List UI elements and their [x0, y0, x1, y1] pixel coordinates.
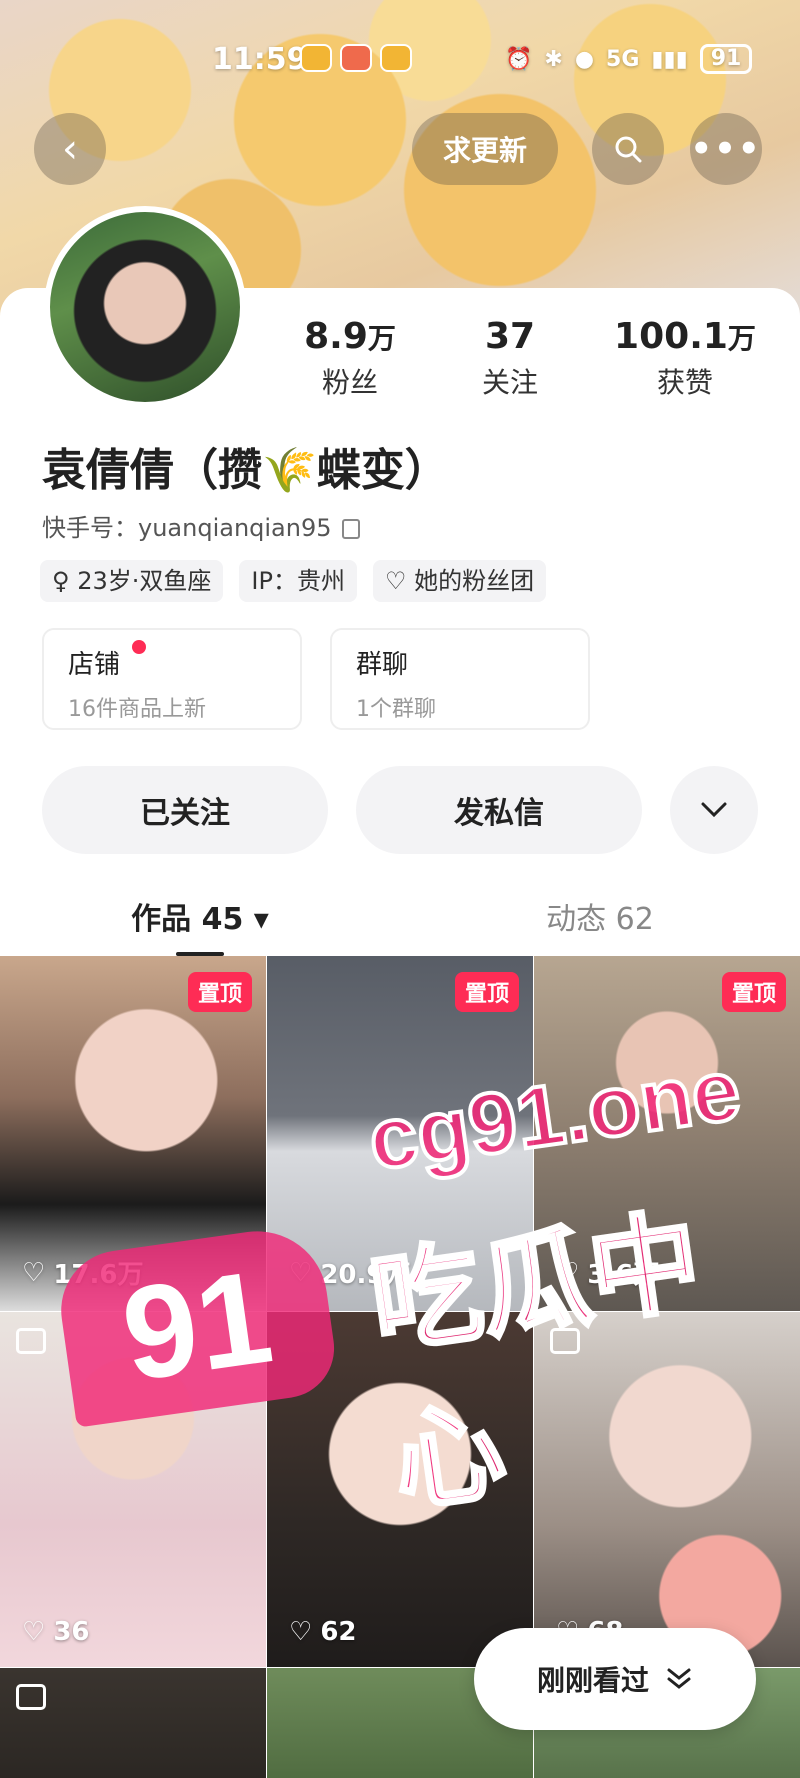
avatar[interactable]: [44, 206, 246, 408]
notification-icons: [300, 44, 412, 72]
tag-text: 23岁·双鱼座: [77, 567, 212, 595]
kuaishou-id-label: 快手号：: [42, 514, 138, 542]
stat-likes[interactable]: 100.1万 获赞: [600, 316, 770, 401]
work-tile[interactable]: [0, 1668, 266, 1778]
stat-fans[interactable]: 8.9万 粉丝: [280, 316, 420, 401]
chevron-down-icon: [701, 802, 727, 818]
copy-icon[interactable]: [341, 519, 360, 539]
kuaishou-id-row: 快手号：yuanqianqian95: [42, 508, 360, 543]
heart-icon: ♡: [22, 1257, 46, 1288]
system-icons: ⏰ ✱ ● 5G ▮▮▮ 91: [505, 44, 753, 74]
heart-icon: ♡: [289, 1617, 313, 1647]
status-time: 11:59: [212, 42, 308, 77]
new-dot-badge: [132, 640, 146, 654]
recently-viewed-button[interactable]: 刚刚看过: [474, 1628, 756, 1730]
network-label: 5G: [606, 46, 640, 72]
status-bar: 11:59 ⏰ ✱ ● 5G ▮▮▮ 91: [0, 38, 800, 78]
send-message-button[interactable]: 发私信: [356, 766, 642, 854]
stat-label: 粉丝: [321, 366, 378, 399]
image-post-icon: [16, 1328, 46, 1354]
stat-unit: 万: [367, 322, 396, 355]
group-chat-subtitle: 1个群聊: [356, 697, 436, 722]
recently-viewed-label: 刚刚看过: [536, 1664, 649, 1697]
stat-value: 8.9: [304, 316, 368, 357]
group-chat-title: 群聊: [356, 650, 409, 680]
tag-age: ♀ 23岁·双鱼座: [40, 560, 224, 602]
stat-following[interactable]: 37 关注: [420, 316, 600, 401]
profile-page: 11:59 ⏰ ✱ ● 5G ▮▮▮ 91 ‹ 求更新 ••• 8.9万 粉丝 …: [0, 0, 800, 1778]
group-chat-box[interactable]: 群聊 1个群聊: [330, 628, 590, 730]
back-button[interactable]: ‹: [34, 113, 106, 185]
heart-icon: ♡: [22, 1617, 46, 1647]
stat-value: 37: [484, 316, 536, 357]
tab-works[interactable]: 作品 45 ▾: [0, 880, 400, 956]
double-chevron-down-icon: [667, 1668, 691, 1689]
stat-value: 100.1: [614, 316, 728, 357]
app-notification-icon: [300, 44, 332, 72]
image-post-icon: [16, 1684, 46, 1710]
like-value: 36: [53, 1617, 90, 1647]
expand-button[interactable]: [670, 766, 758, 854]
like-count: ♡ 36: [22, 1617, 90, 1647]
request-update-button[interactable]: 求更新: [412, 113, 558, 185]
pinned-badge: 置顶: [721, 972, 786, 1012]
tag-ip: IP：贵州: [239, 560, 357, 602]
battery-indicator: 91: [699, 44, 753, 74]
location-icon: ●: [574, 46, 595, 72]
action-buttons: 已关注 发私信: [42, 766, 758, 854]
app-notification-icon: [340, 44, 372, 72]
app-notification-icon: [380, 44, 412, 72]
gender-female-icon: ♀: [52, 567, 78, 595]
more-button[interactable]: •••: [690, 113, 762, 185]
shop-box[interactable]: 店铺 16件商品上新: [42, 628, 302, 730]
stat-label: 关注: [481, 366, 538, 399]
stats-row: 8.9万 粉丝 37 关注 100.1万 获赞: [280, 316, 780, 401]
pinned-badge: 置顶: [454, 972, 519, 1012]
tag-fan-group[interactable]: ♡ 她的粉丝团: [372, 560, 547, 602]
stat-unit: 万: [727, 322, 756, 355]
watermark-text: 吃瓜中心: [361, 1195, 710, 1530]
like-value: 62: [320, 1617, 357, 1647]
tag-text: 她的粉丝团: [414, 567, 535, 595]
shop-subtitle: 16件商品上新: [68, 697, 206, 722]
search-icon: [615, 136, 642, 163]
followed-button[interactable]: 已关注: [42, 766, 328, 854]
bluetooth-icon: ✱: [544, 46, 563, 72]
stat-label: 获赞: [656, 366, 713, 399]
like-count: ♡ 62: [289, 1617, 357, 1647]
more-dots-icon: •••: [690, 129, 762, 169]
profile-name: 袁倩倩（攒🌾蝶变）: [42, 445, 449, 496]
kuaishou-id-value: yuanqianqian95: [138, 514, 332, 542]
signal-icon: ▮▮▮: [651, 46, 688, 72]
fan-group-icon: ♡: [384, 567, 415, 595]
feature-boxes: 店铺 16件商品上新 群聊 1个群聊: [42, 628, 590, 730]
alarm-icon: ⏰: [505, 46, 533, 72]
pinned-badge: 置顶: [187, 972, 252, 1012]
profile-tags: ♀ 23岁·双鱼座 IP：贵州 ♡ 她的粉丝团: [40, 560, 547, 602]
content-tabs: 作品 45 ▾ 动态 62: [0, 880, 800, 956]
search-button[interactable]: [592, 113, 664, 185]
shop-title: 店铺: [68, 650, 121, 680]
tab-moments[interactable]: 动态 62: [400, 880, 800, 950]
chevron-left-icon: ‹: [62, 126, 78, 172]
